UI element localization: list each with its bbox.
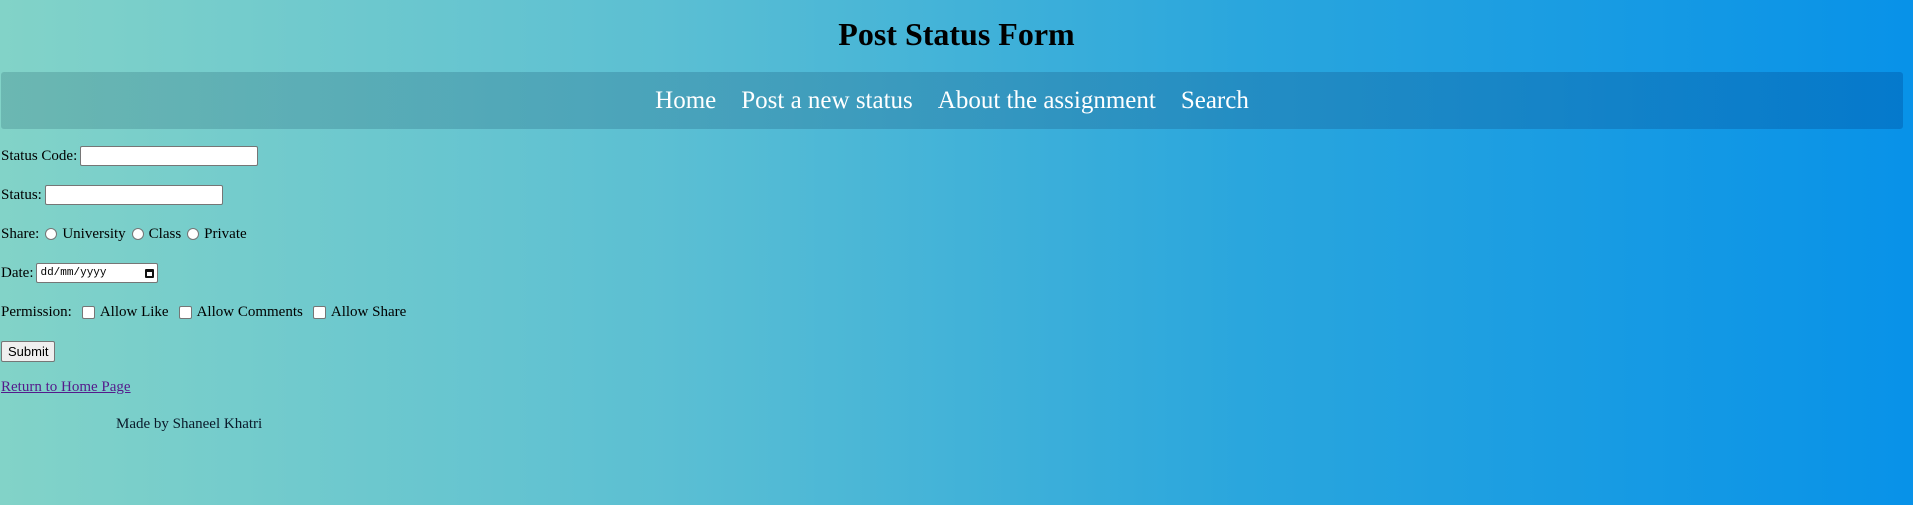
return-home-link[interactable]: Return to Home Page	[1, 379, 131, 396]
status-code-input[interactable]	[80, 146, 259, 166]
status-row: Status:	[1, 185, 406, 224]
allow-share-label: Allow Share	[330, 304, 407, 320]
page-title: Post Status Form	[838, 16, 1075, 52]
submit-button[interactable]: Submit	[1, 341, 56, 362]
date-row: Date: dd/mm/yyyy	[1, 263, 406, 302]
allow-share-checkbox[interactable]	[312, 305, 326, 319]
share-label: Share:	[1, 226, 40, 242]
allow-comments-checkbox[interactable]	[178, 305, 192, 319]
permission-label: Permission:	[1, 304, 72, 320]
nav-item-home[interactable]: Home	[655, 86, 716, 116]
submit-row: Submit	[1, 341, 406, 379]
nav-item-about[interactable]: About the assignment	[938, 86, 1156, 116]
post-status-form: Status Code: Status: Share: University C…	[1, 146, 406, 418]
share-option-class: Class	[148, 226, 182, 242]
nav-item-post-status[interactable]: Post a new status	[741, 86, 913, 116]
return-link-row: Return to Home Page	[1, 379, 406, 418]
date-placeholder: dd/mm/yyyy	[40, 267, 107, 279]
footer-credit: Made by Shaneel Khatri	[116, 416, 263, 432]
status-input[interactable]	[44, 185, 223, 205]
calendar-icon[interactable]	[145, 268, 155, 278]
nav-item-search[interactable]: Search	[1181, 86, 1249, 116]
share-row: Share: University Class Private	[1, 224, 406, 263]
status-code-row: Status Code:	[1, 146, 406, 185]
share-option-private: Private	[204, 226, 247, 242]
allow-like-label: Allow Like	[99, 304, 169, 320]
status-label: Status:	[1, 187, 42, 203]
share-radio-class[interactable]	[131, 228, 144, 240]
allow-like-checkbox[interactable]	[81, 305, 95, 319]
date-label: Date:	[1, 265, 34, 281]
share-radio-private[interactable]	[187, 228, 200, 240]
date-input[interactable]: dd/mm/yyyy	[36, 263, 159, 283]
share-radio-university[interactable]	[45, 228, 58, 240]
permission-row: Permission: Allow Like Allow Comments Al…	[1, 302, 406, 341]
allow-comments-label: Allow Comments	[196, 304, 303, 320]
status-code-label: Status Code:	[1, 148, 78, 164]
share-option-university: University	[62, 226, 126, 242]
nav-bar: Home Post a new status About the assignm…	[1, 72, 1903, 129]
